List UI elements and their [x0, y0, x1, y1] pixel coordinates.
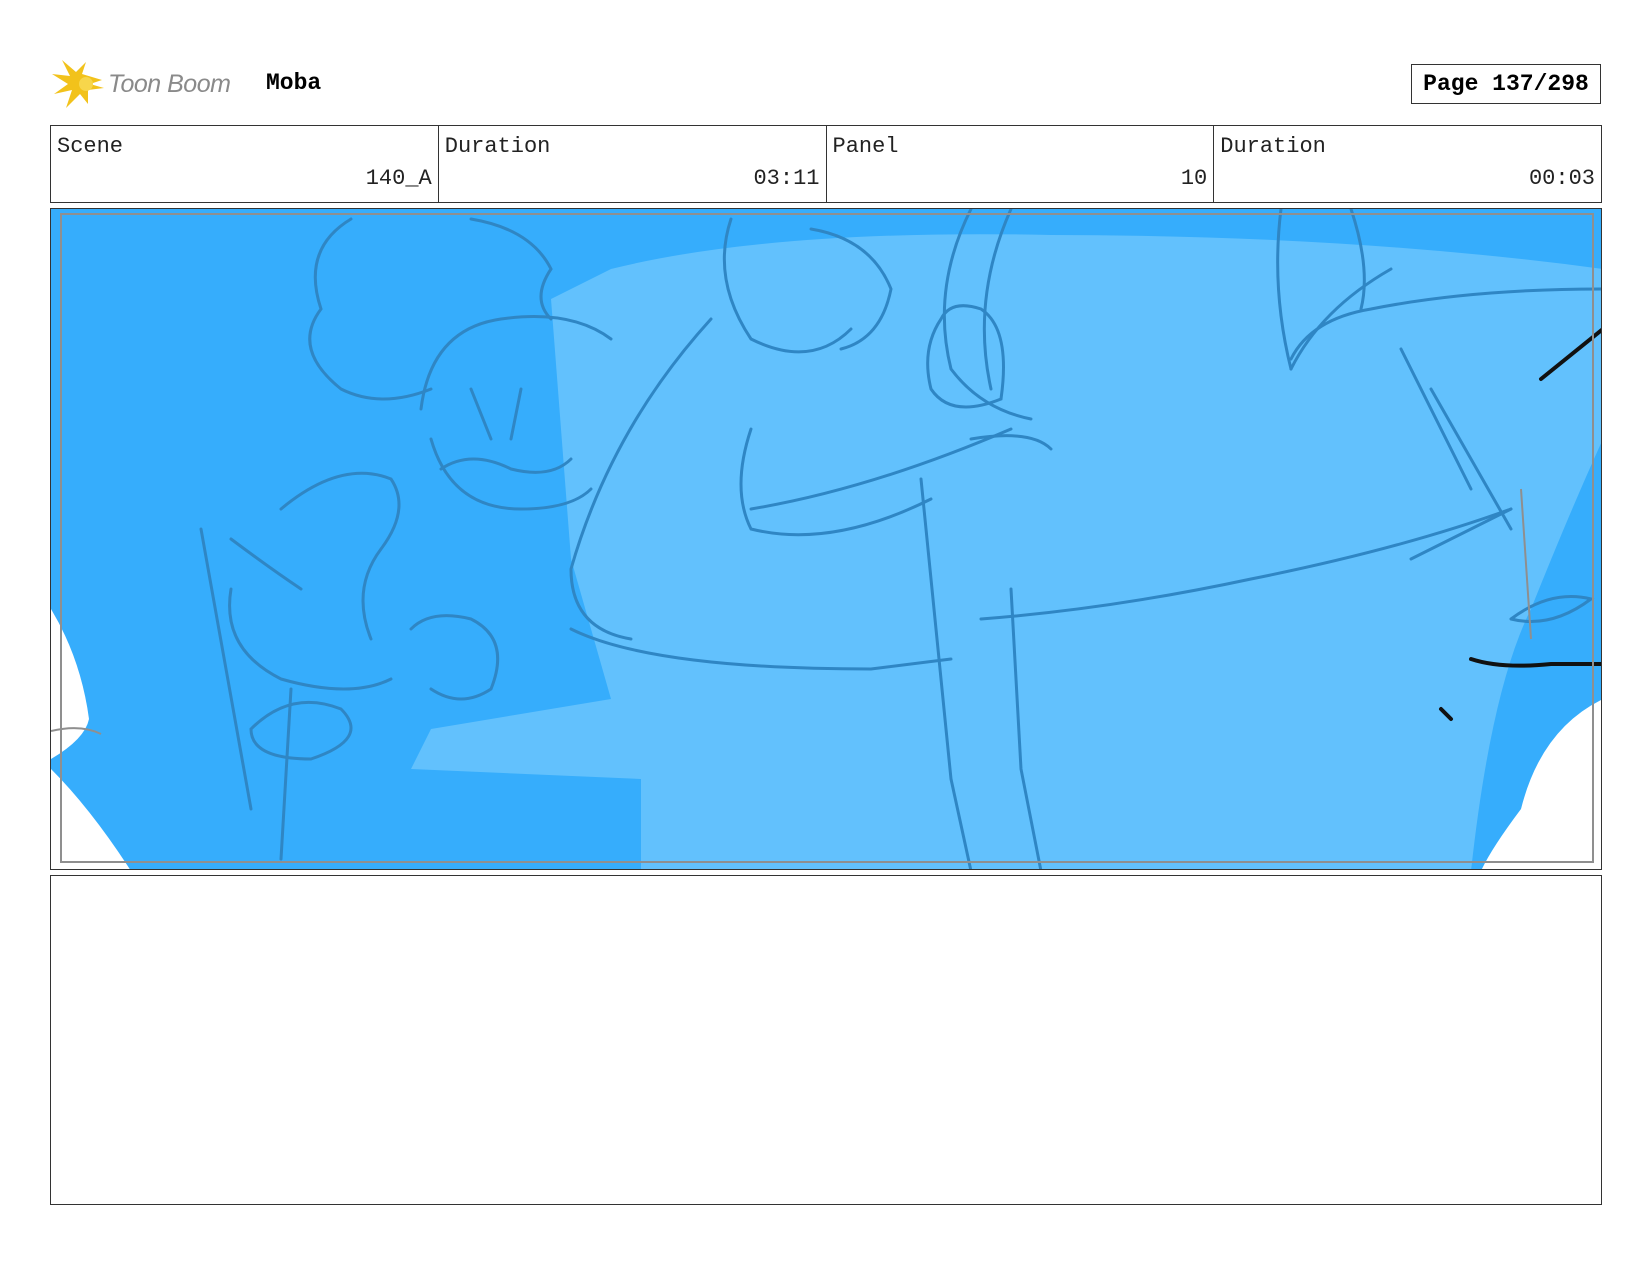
logo-text: Toon Boom: [108, 69, 231, 98]
panel-duration-cell: Duration 00:03: [1214, 126, 1601, 202]
scene-cell: Scene 140_A: [51, 126, 439, 202]
scene-duration-value: 03:11: [753, 166, 820, 191]
project-title: Moba: [266, 70, 322, 96]
panel-label: Panel: [832, 134, 899, 159]
storyboard-panel: [50, 208, 1602, 870]
storyboard-sketch: [51, 209, 1601, 869]
scene-info-row: Scene 140_A Duration 03:11 Panel 10 Dura…: [50, 125, 1602, 203]
scene-duration-cell: Duration 03:11: [439, 126, 827, 202]
scene-label: Scene: [57, 134, 124, 159]
scene-duration-label: Duration: [444, 134, 551, 159]
panel-duration-value: 00:03: [1528, 166, 1595, 191]
toon-boom-starburst-icon: [52, 60, 104, 108]
panel-cell: Panel 10: [827, 126, 1215, 202]
notes-box: [50, 875, 1602, 1205]
page-indicator: Page 137/298: [1411, 64, 1601, 104]
toon-boom-logo: Toon Boom: [52, 58, 231, 110]
panel-value: 10: [1180, 166, 1208, 191]
scene-value: 140_A: [365, 166, 432, 191]
panel-duration-label: Duration: [1220, 134, 1326, 159]
